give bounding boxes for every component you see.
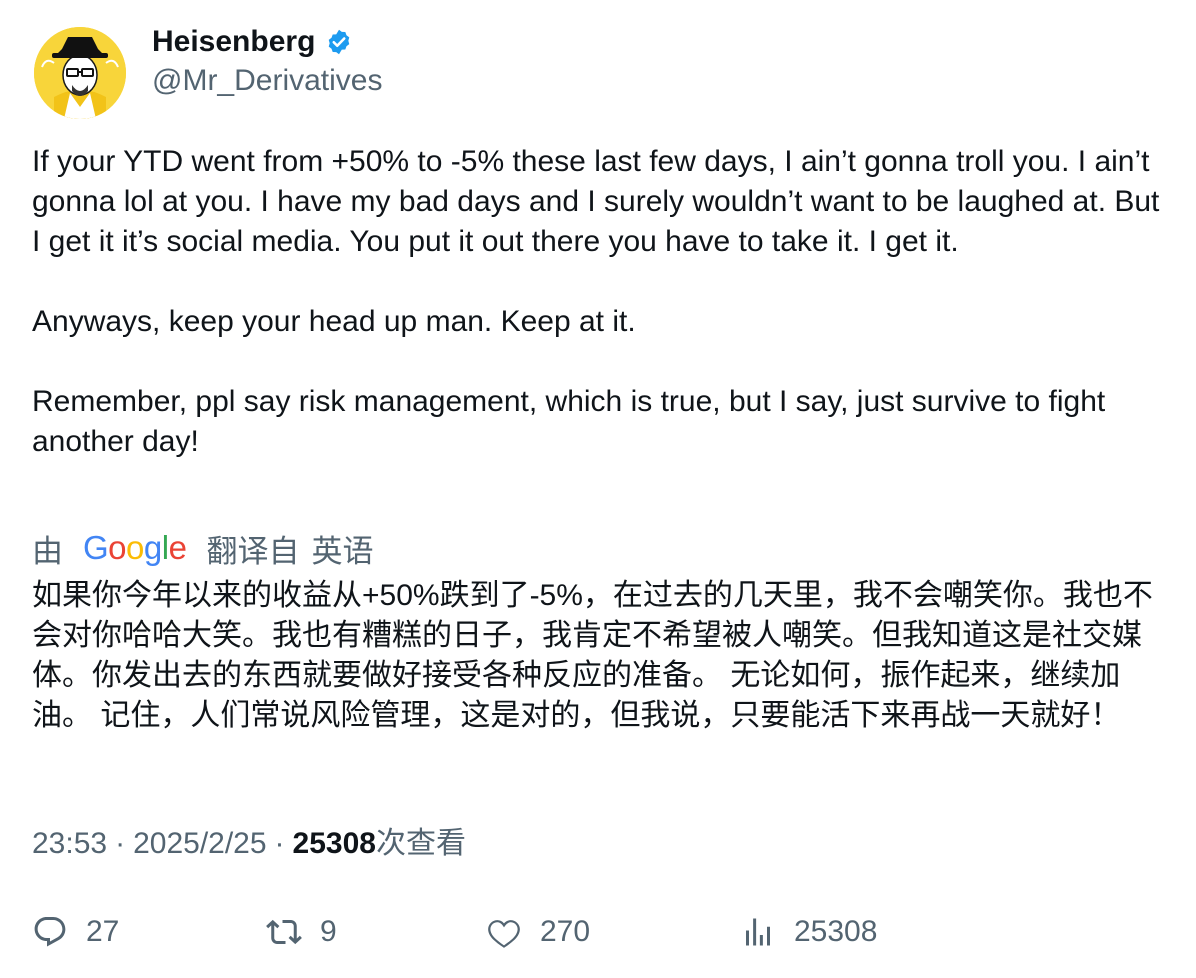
meta-separator: · — [274, 827, 285, 860]
views-button[interactable]: 25308 — [740, 910, 877, 954]
reply-icon — [32, 914, 68, 950]
tweet-paragraph: Remember, ppl say risk management, which… — [32, 385, 1106, 458]
verified-badge-icon[interactable] — [325, 28, 353, 56]
translation-language: 英语 — [311, 533, 374, 569]
avatar-heisenberg-image — [34, 27, 126, 119]
avatar[interactable] — [34, 27, 126, 119]
repost-button[interactable]: 9 — [266, 910, 337, 954]
tweet-meta: 23:53 · 2025/2/25 · 25308 次查看 — [32, 824, 466, 864]
translated-text: 如果你今年以来的收益从+50%跌到了-5%，在过去的几天里，我不会嘲笑你。我也不… — [32, 579, 1153, 732]
author-display-name[interactable]: Heisenberg — [152, 22, 315, 62]
like-icon — [486, 914, 522, 950]
views-chart-icon — [740, 914, 776, 950]
tweet-time[interactable]: 23:53 — [32, 824, 107, 864]
tweet-date[interactable]: 2025/2/25 — [133, 824, 266, 864]
tweet-text: If your YTD went from +50% to -5% these … — [32, 142, 1172, 462]
views-action-count: 25308 — [794, 915, 878, 948]
translation-by-label: 由 — [32, 533, 63, 569]
meta-separator: · — [115, 827, 126, 860]
views-count: 25308 — [292, 827, 376, 860]
repost-count: 9 — [320, 915, 337, 948]
google-logo: Google — [83, 529, 187, 566]
views-label: 次查看 — [375, 827, 466, 860]
author-name-row: Heisenberg — [152, 22, 353, 62]
author-handle[interactable]: @Mr_Derivatives — [152, 62, 383, 100]
translation-from-label: 翻译自 — [206, 533, 300, 569]
tweet-paragraph: If your YTD went from +50% to -5% these … — [32, 145, 1160, 258]
reply-count: 27 — [86, 915, 120, 948]
like-count: 270 — [540, 915, 591, 948]
tweet-paragraph: Anyways, keep your head up man. Keep at … — [32, 305, 636, 338]
reply-button[interactable]: 27 — [32, 910, 119, 954]
translation-attribution: 由 Google 翻译自 英语 — [32, 526, 373, 570]
like-button[interactable]: 270 — [486, 910, 590, 954]
repost-icon — [266, 914, 302, 950]
